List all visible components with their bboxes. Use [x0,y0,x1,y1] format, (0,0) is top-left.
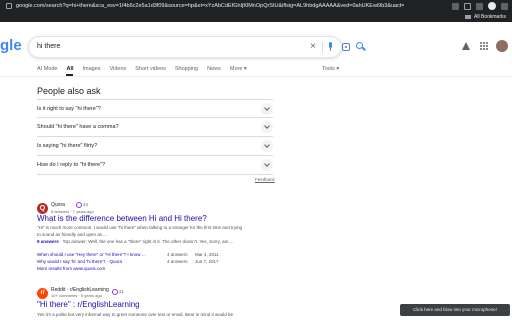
search-input[interactable]: hi there [37,43,60,50]
result-title-link[interactable]: What is the difference between Hi and Hi… [37,214,207,223]
search-divider [322,42,323,53]
paa-question-text: Is saying "hi there" flirty? [37,143,98,149]
lens-icon[interactable] [342,43,350,51]
result-title-link[interactable]: "Hi there" : r/EnglishLearning [37,300,140,309]
account-avatar[interactable] [496,40,508,52]
result-snippet: to sound as friendly and open as ... [37,232,108,237]
sub-result-link[interactable]: When should I use "Hey there" or "Hi the… [37,251,145,258]
tabs-divider [0,76,512,77]
reddit-favicon[interactable]: r/ [37,288,48,299]
microphone-icon[interactable] [328,42,333,51]
clear-icon[interactable]: × [310,41,316,53]
microphone-toast[interactable]: Click here and blow into your microphone… [400,304,510,316]
comment-icon [112,289,118,295]
tab-shopping[interactable]: Shopping [175,65,198,75]
search-box[interactable]: hi there × [28,36,363,58]
people-also-ask-list: Is it right to say "hi there"? Should "h… [37,99,273,175]
comment-count: 24 [83,202,89,207]
extensions-icon[interactable] [464,2,471,10]
comment-count: 21 [119,289,125,294]
search-icon[interactable] [356,42,363,49]
folder-icon [465,15,472,19]
bookmarks-bar: All Bookmarks [0,12,512,22]
sub-result-date: Jun 7, 2017 [195,259,219,264]
bookmark-star-icon[interactable] [452,2,459,10]
tab-images[interactable]: Images [83,65,101,75]
google-logo[interactable]: gle [0,38,22,53]
paa-question[interactable]: Is it right to say "hi there"? [37,99,273,118]
browser-chrome: google.com/search?q=hi+there&sca_esv=1f4… [0,0,512,22]
result-snippet: Yes it's a polite but very informal way … [37,312,234,317]
result-snippet: "Hi" is much more common. I would use "h… [37,225,242,230]
sidepanel-icon[interactable] [476,2,483,10]
paa-question[interactable]: How do I reply to "hi there"? [37,156,273,175]
result-site-name[interactable]: Quora [51,202,65,208]
result-meta: 10+ comments · 5 years ago [51,293,102,298]
site-info-icon[interactable] [6,3,12,9]
browser-toolbar-icons [452,2,508,10]
people-also-ask-title: People also ask [37,86,101,96]
feedback-link[interactable]: Feedback [255,177,275,182]
menu-icon[interactable] [501,2,508,10]
paa-question[interactable]: Is saying "hi there" flirty? [37,137,273,156]
answers-count-link[interactable]: 9 answers [37,239,59,244]
quora-favicon[interactable]: Q [37,203,48,214]
sub-result-date: Mar 4, 2011 [195,252,219,257]
tab-news[interactable]: News [207,65,221,75]
address-bar[interactable]: google.com/search?q=hi+there&sca_esv=1f4… [0,0,512,12]
paa-question-text: Is it right to say "hi there"? [37,106,101,112]
answers-summary-text: · Top answer: Well, the one has a "there… [58,239,234,244]
chevron-down-icon[interactable] [261,140,273,152]
tab-ai-mode[interactable]: AI Mode [37,65,57,75]
tab-videos[interactable]: Videos [110,65,127,75]
tab-more[interactable]: More ▾ [230,65,247,75]
answers-summary: 9 answers · Top answer: Well, the one ha… [37,238,233,245]
chevron-down-icon[interactable] [261,121,273,133]
paa-question[interactable]: Should "hi there" have a comma? [37,118,273,137]
all-bookmarks-button[interactable]: All Bookmarks [474,14,506,20]
apps-grid-icon[interactable] [480,42,488,50]
more-results-link[interactable]: More results from www.quora.com [37,265,105,272]
sub-result-answers: 4 answers [167,252,188,257]
paa-question-text: Should "hi there" have a comma? [37,124,119,130]
url-text[interactable]: google.com/search?q=hi+there&sca_esv=1f4… [16,3,404,9]
tools-button[interactable]: Tools ▾ [322,65,339,73]
comment-icon [76,202,82,208]
chevron-down-icon[interactable] [261,103,273,115]
sub-result-answers: 4 answers [167,259,188,264]
labs-flask-icon[interactable] [462,42,470,50]
profile-avatar-icon[interactable] [488,2,496,10]
chevron-down-icon[interactable] [261,159,273,171]
tab-short-videos[interactable]: Short videos [135,65,166,75]
sub-result-link[interactable]: Why would I say 'hi' and 'hi there'? · Q… [37,258,122,265]
paa-question-text: How do I reply to "hi there"? [37,162,106,168]
